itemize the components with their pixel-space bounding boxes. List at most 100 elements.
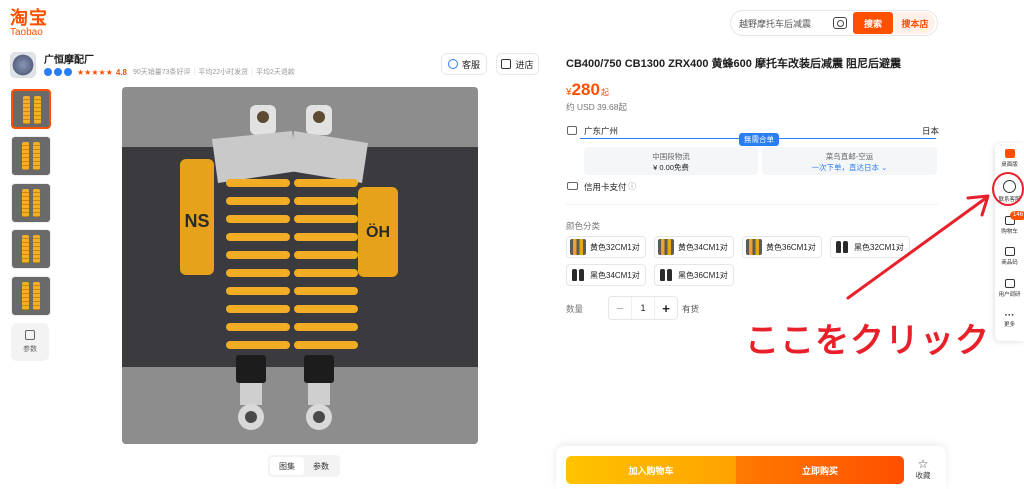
option-swatch [658,267,674,283]
payment-method: 信用卡支付 [584,182,627,192]
tab-gallery[interactable]: 图集 [270,457,304,475]
domestic-shipping-label: 中国段物流 [652,152,690,161]
ship-from: 广东广州 [584,126,619,136]
info-icon[interactable]: ⓘ [628,181,636,192]
price-value: 280 [571,80,600,99]
chevron-down-icon: ⌄ [881,163,888,172]
image-tabs: 图集 参数 [268,455,340,477]
gallery-thumbnail[interactable] [11,183,51,223]
svg-text:NS: NS [184,211,209,231]
verified-badge-icon [44,68,52,76]
quantity-stepper: − 1 + [608,296,678,320]
sidebar-label: 桌面版 [1001,162,1018,168]
gallery-thumbnail[interactable] [11,229,51,269]
color-label: 颜色分类 [566,221,601,231]
search-input[interactable]: 越野摩托车后减震 [739,17,827,30]
store-icon [501,59,512,69]
intl-shipping-box[interactable]: 菜鸟直邮-空运 一次下单，直达日本 ⌄ [762,147,937,175]
product-title: CB400/750 CB1300 ZRX400 黄蜂600 摩托车改装后减震 阻… [566,58,901,70]
ship-to: 日本 [922,126,940,136]
main-product-image[interactable]: NS ÖH [122,87,478,444]
shop-meta: ★★★★★ 4.8 90天销量73条好评 | 平均22小时发货 | 平均2天退款 [44,67,295,77]
qr-code-icon [1004,247,1015,256]
option-label: 黑色36CM1对 [678,270,728,280]
gallery-thumbnail[interactable] [11,136,51,176]
desktop-icon [1004,149,1015,158]
tab-params[interactable]: 参数 [304,457,338,475]
params-thumb-label: 参数 [23,346,37,353]
sidebar-label: 更多 [1003,322,1015,328]
option-swatch [746,239,762,255]
usd-price: 约 USD 39.68起 [566,102,627,112]
cart-count-badge: 146 [1010,211,1024,220]
shipping-badge: 無需合单 [739,133,779,146]
camera-icon[interactable] [833,17,847,29]
intl-shipping-desc[interactable]: 一次下单，直达日本 ⌄ [762,162,937,173]
option-swatch [570,267,586,283]
chat-icon [447,59,458,69]
option-swatch [570,239,586,255]
sidebar-label: 用户调研 [998,292,1021,298]
option-label: 黄色36CM1对 [766,242,816,252]
params-icon [25,330,35,340]
shop-rating: 4.8 [115,67,127,77]
params-thumbnail[interactable]: 参数 [11,323,49,361]
shop-name[interactable]: 广恒摩配厂 [44,51,94,66]
search-bar: 越野摩托车后减震 搜索 搜本店 [730,10,938,36]
favorite-label: 收藏 [915,471,931,480]
verified-badge-icon [64,68,72,76]
taobao-logo[interactable]: 淘宝 Taobao [10,8,48,38]
shop-stat: 平均22小时发货 [198,69,249,76]
favorite-button[interactable]: ☆ 收藏 [912,458,934,481]
domestic-shipping-box: 中国段物流 ¥ 0.00免费 [584,147,758,175]
annotation-text: ここをクリック [745,322,990,360]
color-option[interactable]: 黄色36CM1对 [742,236,822,258]
customer-service-button[interactable]: 客服 [441,53,487,75]
sidebar-item-more[interactable]: ··· 更多 [995,310,1024,329]
color-option[interactable]: 黄色34CM1对 [654,236,734,258]
color-option[interactable]: 黄色32CM1对 [566,236,646,258]
add-to-cart-button[interactable]: 加入购物车 [566,456,736,484]
logo-english: Taobao [10,27,43,38]
verified-badge-icon [54,68,62,76]
survey-icon [1004,279,1015,288]
shock-absorber-illustration: NS ÖH [122,87,478,444]
price-suffix: 起 [600,88,609,97]
shop-stat: 90天销量73条好评 [132,69,191,76]
search-store-button[interactable]: 搜本店 [895,12,935,34]
sidebar-label: 商品码 [1001,260,1018,266]
shop-stat: 平均2天退款 [256,69,295,76]
svg-text:ÖH: ÖH [366,222,390,241]
customer-service-label: 客服 [461,59,480,70]
intl-shipping-label: 菜鸟直邮-空运 [825,152,874,161]
more-dots-icon: ··· [1004,310,1015,321]
enter-shop-label: 进店 [515,59,534,70]
gallery-thumbnail[interactable] [11,276,51,316]
star-icon: ☆ [917,457,929,471]
enter-shop-button[interactable]: 进店 [496,53,539,75]
sidebar-label: 购物车 [1001,229,1018,235]
buy-now-button[interactable]: 立即购买 [736,456,904,484]
rating-stars-icon: ★★★★★ [77,67,113,77]
option-swatch [658,239,674,255]
shop-avatar[interactable] [10,52,36,78]
sidebar-item-desktop[interactable]: 桌面版 [995,149,1024,168]
shipping-icon [567,126,577,135]
quantity-input[interactable]: 1 [631,297,655,319]
search-button[interactable]: 搜索 [853,12,893,34]
gallery-thumbnail[interactable] [11,89,51,129]
color-option[interactable]: 黑色34CM1对 [566,264,646,286]
stock-status: 有货 [682,304,700,314]
annotation-arrow-icon [846,194,990,300]
domestic-shipping-fee: ¥ 0.00免费 [653,163,689,172]
credit-card-icon [567,182,578,190]
option-label: 黑色34CM1对 [590,270,640,280]
option-label: 黄色32CM1对 [590,242,640,252]
increment-button[interactable]: + [655,301,677,316]
price: ¥ 280 起 [566,80,609,100]
logo-chinese: 淘宝 [10,8,48,28]
quantity-label: 数量 [566,304,584,314]
color-option[interactable]: 黑色36CM1对 [654,264,734,286]
intl-shipping-desc-text: 一次下单，直达日本 [811,163,880,172]
decrement-button[interactable]: − [609,301,631,316]
